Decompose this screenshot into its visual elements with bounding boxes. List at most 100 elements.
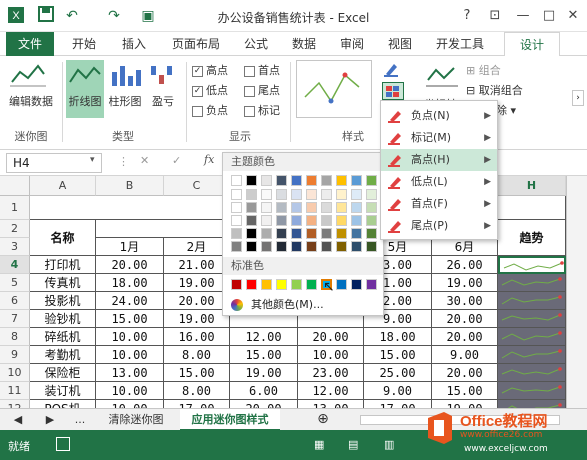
row-header[interactable]: 2 — [0, 220, 30, 238]
sparkline-cell[interactable] — [498, 310, 566, 328]
tab-design[interactable]: 设计 — [504, 32, 560, 56]
page-break-view-icon[interactable]: ▥ — [384, 438, 394, 451]
row-name-cell[interactable]: 打印机 — [30, 256, 96, 274]
edit-data-button[interactable]: 编辑数据 — [8, 60, 54, 110]
theme-color-swatch[interactable] — [336, 228, 347, 239]
tab-file[interactable]: 文件 — [6, 32, 54, 56]
cancel-icon[interactable]: ✕ — [140, 154, 149, 167]
sheet-tab-clear[interactable]: 清除迷你图 — [96, 409, 176, 431]
theme-color-swatch[interactable] — [336, 241, 347, 252]
value-cell[interactable]: 10.00 — [96, 328, 164, 346]
value-cell[interactable]: 19.00 — [164, 274, 230, 292]
value-cell[interactable]: 16.00 — [164, 328, 230, 346]
axis-button[interactable] — [424, 60, 464, 100]
theme-color-swatch[interactable] — [246, 189, 257, 200]
row-header[interactable]: 4 — [0, 256, 30, 274]
sparkline-cell[interactable] — [498, 256, 566, 274]
header-month-1[interactable]: 1月 — [96, 238, 164, 256]
col-header-b[interactable]: B — [96, 176, 164, 196]
theme-color-swatch[interactable] — [231, 241, 242, 252]
standard-color-swatch[interactable] — [231, 279, 242, 290]
theme-color-swatch[interactable] — [351, 241, 362, 252]
value-cell[interactable]: 20.00 — [298, 328, 364, 346]
value-cell[interactable]: 15.00 — [432, 382, 498, 400]
tab-formulas[interactable]: 公式 — [236, 32, 276, 56]
value-cell[interactable]: 19.00 — [432, 274, 498, 292]
select-all-corner[interactable] — [0, 176, 30, 196]
value-cell[interactable]: 17.00 — [164, 400, 230, 408]
theme-color-swatch[interactable] — [261, 202, 272, 213]
value-cell[interactable]: 20.00 — [432, 310, 498, 328]
theme-color-swatch[interactable] — [366, 189, 377, 200]
marker-menu-item[interactable]: 标记(M) ▶ — [381, 127, 497, 149]
row-header[interactable]: 11 — [0, 382, 30, 400]
theme-color-swatch[interactable] — [306, 175, 317, 186]
enter-icon[interactable]: ✓ — [172, 154, 181, 167]
header-trend[interactable]: 趋势 — [498, 220, 566, 256]
next-sheet-icon[interactable]: ▶ — [40, 409, 60, 431]
row-name-cell[interactable]: 装订机 — [30, 382, 96, 400]
name-box-dropdown-icon[interactable]: ▾ — [90, 155, 95, 165]
value-cell[interactable]: 15.00 — [364, 346, 432, 364]
marker-menu-item[interactable]: 高点(H) ▶ — [381, 149, 497, 171]
theme-color-swatch[interactable] — [366, 202, 377, 213]
more-colors-button[interactable]: 其他颜色(M)... — [223, 295, 383, 315]
value-cell[interactable]: 30.00 — [432, 292, 498, 310]
marker-menu-item[interactable]: 尾点(P) ▶ — [381, 215, 497, 237]
theme-color-swatch[interactable] — [246, 241, 257, 252]
high-point-checkbox[interactable]: ✓ 高点 — [192, 62, 228, 78]
theme-color-swatch[interactable] — [321, 241, 332, 252]
standard-color-swatch[interactable] — [306, 279, 317, 290]
col-header-c[interactable]: C — [164, 176, 230, 196]
theme-color-swatch[interactable] — [366, 241, 377, 252]
theme-color-swatch[interactable] — [276, 228, 287, 239]
theme-color-swatch[interactable] — [231, 202, 242, 213]
theme-color-swatch[interactable] — [291, 189, 302, 200]
value-cell[interactable]: 9.00 — [364, 382, 432, 400]
winloss-sparkline-button[interactable]: 盈亏 — [146, 60, 180, 118]
value-cell[interactable]: 17.00 — [364, 400, 432, 408]
sparkline-cell[interactable] — [498, 382, 566, 400]
tab-home[interactable]: 开始 — [62, 32, 106, 56]
theme-color-swatch[interactable] — [351, 175, 362, 186]
row-header[interactable]: 8 — [0, 328, 30, 346]
theme-color-swatch[interactable] — [246, 215, 257, 226]
add-sheet-icon[interactable]: ⊕ — [312, 409, 334, 431]
low-point-checkbox[interactable]: ✓ 低点 — [192, 82, 228, 98]
theme-color-swatch[interactable] — [321, 189, 332, 200]
tab-developer[interactable]: 开发工具 — [428, 32, 492, 56]
ribbon-scroll-icon[interactable]: › — [572, 90, 584, 106]
value-cell[interactable]: 10.00 — [96, 382, 164, 400]
col-header-a[interactable]: A — [30, 176, 96, 196]
theme-color-swatch[interactable] — [306, 215, 317, 226]
theme-color-swatch[interactable] — [276, 215, 287, 226]
header-month-6[interactable]: 6月 — [432, 238, 498, 256]
theme-color-swatch[interactable] — [336, 202, 347, 213]
fx-icon[interactable]: fx — [204, 153, 214, 166]
theme-color-swatch[interactable] — [246, 202, 257, 213]
sparkline-color-button[interactable] — [382, 60, 404, 78]
theme-color-swatch[interactable] — [351, 228, 362, 239]
sparkline-cell[interactable] — [498, 364, 566, 382]
row-name-cell[interactable]: POS机 — [30, 400, 96, 408]
theme-color-swatch[interactable] — [336, 175, 347, 186]
value-cell[interactable]: 23.00 — [298, 364, 364, 382]
value-cell[interactable]: 21.00 — [164, 256, 230, 274]
value-cell[interactable]: 26.00 — [432, 256, 498, 274]
value-cell[interactable]: 19.00 — [432, 400, 498, 408]
line-sparkline-button[interactable]: 折线图 — [66, 60, 104, 118]
row-header[interactable]: 12 — [0, 400, 30, 408]
theme-color-swatch[interactable] — [321, 175, 332, 186]
theme-color-swatch[interactable] — [366, 175, 377, 186]
first-point-checkbox[interactable]: 首点 — [244, 62, 280, 78]
standard-color-swatch[interactable] — [291, 279, 302, 290]
theme-color-swatch[interactable] — [261, 215, 272, 226]
value-cell[interactable]: 20.00 — [432, 328, 498, 346]
sparkline-cell[interactable] — [498, 346, 566, 364]
value-cell[interactable]: 10.00 — [96, 346, 164, 364]
sparkline-cell[interactable] — [498, 328, 566, 346]
group-button[interactable]: ⊞ 组合 — [466, 62, 501, 78]
theme-color-swatch[interactable] — [306, 189, 317, 200]
sparkline-cell[interactable] — [498, 274, 566, 292]
last-point-checkbox[interactable]: 尾点 — [244, 82, 280, 98]
